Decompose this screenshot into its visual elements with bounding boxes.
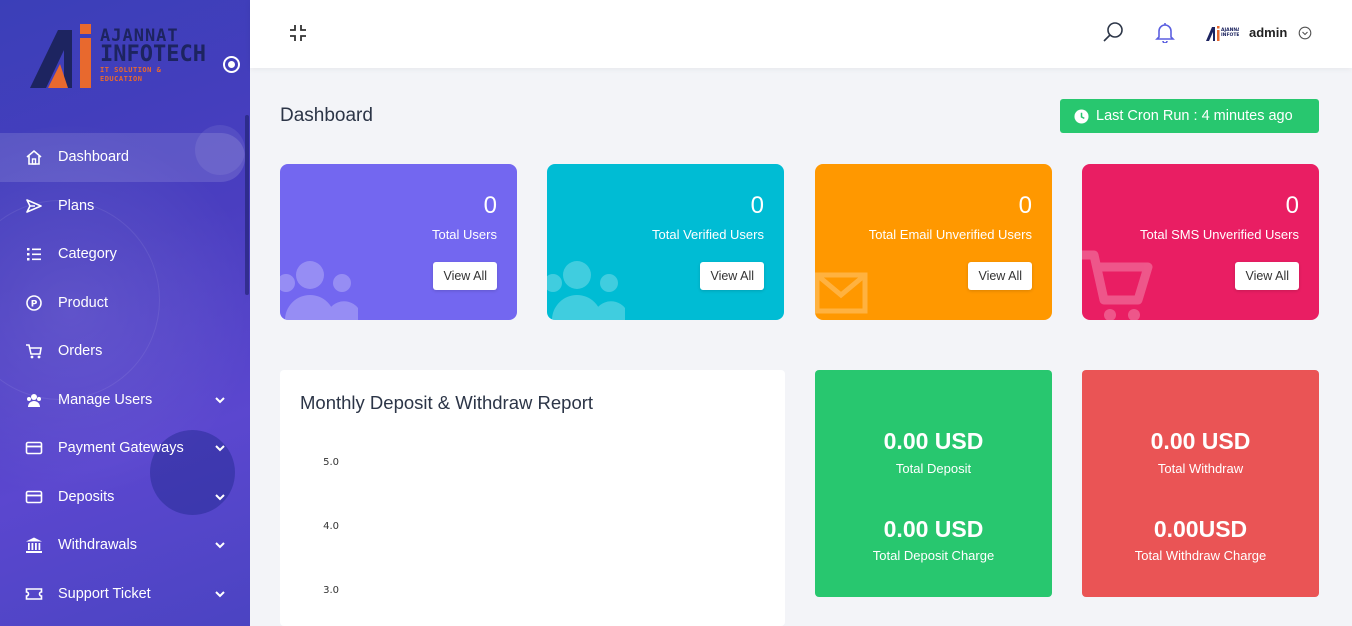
- view-all-button[interactable]: View All: [968, 262, 1032, 290]
- credit-card-icon: [24, 487, 44, 507]
- svg-text:INFOTECH: INFOTECH: [1221, 32, 1239, 38]
- stat-card-label: Total Users: [431, 227, 497, 242]
- sidebar-item-withdrawals[interactable]: Withdrawals: [0, 521, 250, 570]
- admin-name[interactable]: admin: [1249, 25, 1287, 40]
- stat-card-value: 0: [483, 192, 497, 219]
- y-tick-label: 5.0: [323, 457, 339, 468]
- page-title: Dashboard: [280, 105, 373, 126]
- users-icon: [547, 261, 625, 320]
- sidebar-item-label: Product: [58, 294, 108, 311]
- sidebar-item-label: Manage Users: [58, 391, 153, 408]
- svg-text:P: P: [31, 299, 38, 309]
- credit-card-icon: [24, 438, 44, 458]
- sidebar-item-category[interactable]: Category: [0, 230, 250, 279]
- stat-card-total-verified-users: 0 Total Verified Users View All: [547, 164, 784, 320]
- deposit-charge-label: Total Deposit Charge: [872, 548, 995, 563]
- users-gear-icon: [24, 390, 44, 410]
- withdraw-summary-card: 0.00 USD Total Withdraw 0.00USD Total Wi…: [1082, 370, 1319, 597]
- sidebar-item-label: Plans: [58, 197, 95, 214]
- view-all-button[interactable]: View All: [700, 262, 764, 290]
- sidebar-item-payment-gateways[interactable]: Payment Gateways: [0, 424, 250, 473]
- avatar[interactable]: AJANNAT INFOTECH: [1205, 24, 1239, 42]
- brand-logo-mark-icon: [30, 24, 91, 88]
- sidebar-item-label: Dashboard: [58, 149, 129, 166]
- total-withdraw-value: 0.00 USD: [1150, 428, 1251, 454]
- bell-icon[interactable]: [1154, 21, 1176, 43]
- stat-card-label: Total Verified Users: [652, 227, 764, 242]
- sidebar-item-label: Support Ticket: [58, 585, 151, 602]
- stat-card-total-users: 0 Total Users View All: [280, 164, 517, 320]
- stat-card-total-email-unverified-users: 0 Total Email Unverified Users View All: [815, 164, 1052, 320]
- withdraw-charge-label: Total Withdraw Charge: [1134, 548, 1267, 563]
- chevron-down-icon[interactable]: [213, 538, 227, 552]
- list-icon: [24, 244, 44, 264]
- total-deposit-value: 0.00 USD: [883, 428, 984, 454]
- sidebar-item-dashboard[interactable]: Dashboard: [0, 133, 245, 182]
- cron-status-badge: Last Cron Run : 4 minutes ago: [1060, 99, 1319, 133]
- cron-status-text: Last Cron Run : 4 minutes ago: [1096, 108, 1293, 124]
- sidebar-item-label: Orders: [58, 343, 103, 360]
- bank-icon: [24, 535, 44, 555]
- report-chart-card: Monthly Deposit & Withdraw Report 5.0 4.0…: [280, 370, 785, 626]
- stat-card-value: 0: [1018, 192, 1032, 219]
- stat-card-label: Total SMS Unverified Users: [1140, 227, 1299, 242]
- stat-card-label: Total Email Unverified Users: [868, 227, 1032, 242]
- clock-icon: [1074, 108, 1089, 124]
- collapse-icon[interactable]: [287, 22, 309, 44]
- sidebar-item-orders[interactable]: Orders: [0, 327, 250, 376]
- total-withdraw-label: Total Withdraw: [1157, 461, 1244, 476]
- view-all-button[interactable]: View All: [1235, 262, 1299, 290]
- sidebar-item-deposits[interactable]: Deposits: [0, 473, 250, 522]
- product-circle-icon: P: [24, 293, 44, 313]
- sidebar-item-label: Withdrawals: [58, 537, 137, 554]
- search-icon[interactable]: [1102, 21, 1124, 43]
- sidebar-item-support-ticket[interactable]: Support Ticket: [0, 570, 250, 619]
- y-tick-label: 3.0: [323, 585, 339, 596]
- send-icon: [24, 196, 44, 216]
- chevron-down-icon[interactable]: [213, 587, 227, 601]
- deposit-summary-card: 0.00 USD Total Deposit 0.00 USD Total De…: [815, 370, 1052, 597]
- sidebar-item-plans[interactable]: Plans: [0, 182, 250, 231]
- brand-tagline: IT SOLUTION & EDUCATION: [100, 66, 162, 83]
- view-all-button[interactable]: View All: [433, 262, 497, 290]
- sidebar-toggle-button[interactable]: [223, 56, 240, 73]
- withdraw-charge-value: 0.00USD: [1153, 516, 1248, 542]
- sidebar-item-product[interactable]: P Product: [0, 279, 250, 328]
- sidebar: AJANNAT INFOTECH IT SOLUTION & EDUCATION…: [0, 0, 250, 626]
- ticket-icon: [24, 584, 44, 604]
- cart-icon: [24, 341, 44, 361]
- deposit-charge-value: 0.00 USD: [883, 516, 984, 542]
- chevron-down-icon[interactable]: [213, 441, 227, 455]
- total-deposit-label: Total Deposit: [895, 461, 972, 476]
- chevron-down-circle-icon[interactable]: [1298, 26, 1312, 40]
- brand-line2: INFOTECH: [100, 42, 206, 67]
- cart-icon: [1082, 250, 1153, 320]
- home-icon: [24, 147, 44, 167]
- top-header: AJANNAT INFOTECH admin: [250, 0, 1352, 68]
- brand-logo[interactable]: AJANNAT INFOTECH IT SOLUTION & EDUCATION: [28, 20, 208, 95]
- sidebar-item-label: Category: [58, 246, 117, 263]
- users-icon: [280, 261, 358, 320]
- brand-name: AJANNAT INFOTECH IT SOLUTION & EDUCATION: [100, 28, 208, 84]
- report-chart: 5.0 4.0 3.0: [323, 457, 339, 596]
- chevron-down-icon[interactable]: [213, 490, 227, 504]
- sidebar-item-label: Deposits: [58, 488, 115, 505]
- y-tick-label: 4.0: [323, 521, 339, 532]
- stat-card-value: 0: [750, 192, 764, 219]
- stat-card-total-sms-unverified-users: 0 Total SMS Unverified Users View All: [1082, 164, 1319, 320]
- sidebar-item-manage-users[interactable]: Manage Users: [0, 376, 250, 425]
- stat-card-value: 0: [1285, 192, 1299, 219]
- sidebar-item-label: Payment Gateways: [58, 440, 184, 457]
- envelope-icon: [815, 272, 868, 314]
- report-chart-title: Monthly Deposit & Withdraw Report: [300, 392, 594, 413]
- chevron-down-icon[interactable]: [213, 393, 227, 407]
- sidebar-menu: Dashboard Plans Category P Product Orders Mana…: [0, 133, 250, 618]
